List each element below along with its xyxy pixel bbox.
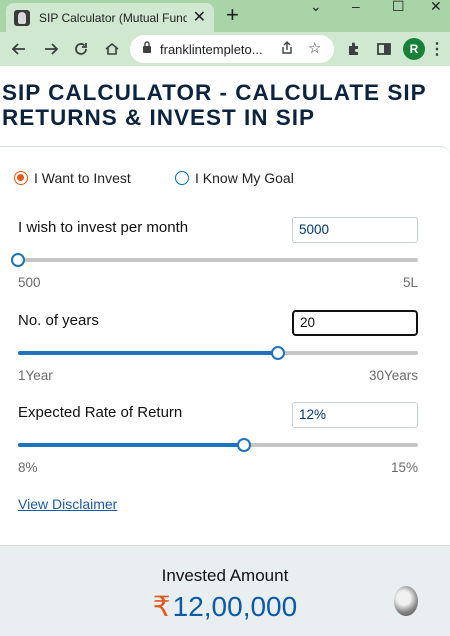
radio-goal-dot[interactable] [175,171,189,185]
years-slider[interactable] [18,346,418,360]
years-slider-thumb[interactable] [271,346,285,360]
browser-tab[interactable]: SIP Calculator (Mutual Fund S ✕ [6,3,214,32]
radio-invest-label: I Want to Invest [34,170,131,186]
extensions-icon[interactable] [343,38,365,60]
page-title-line-1: SIP CALCULATOR - CALCULATE SIP [2,80,427,105]
invested-amount-label: Invested Amount [161,566,289,585]
calculator-card [0,146,450,546]
close-window-icon[interactable]: ✕ [430,0,442,14]
bookmark-star-icon[interactable]: ☆ [308,39,321,57]
browser-tab-strip: SIP Calculator (Mutual Fund S ✕ + ⌄ – ☐ … [0,0,450,32]
invested-amount-value: ₹12,00,000 [0,590,450,623]
monthly-investment-input[interactable]: 5000 [292,217,418,243]
monthly-investment-slider-thumb[interactable] [11,253,25,267]
address-bar[interactable]: franklintempleto... ☆ [130,35,334,63]
years-max-label: 30Years [368,368,418,383]
minimize-icon[interactable]: – [352,0,360,14]
radio-goal-label: I Know My Goal [195,170,294,186]
side-panel-icon[interactable] [373,38,395,60]
rate-slider[interactable] [18,438,418,452]
rate-input[interactable]: 12% [292,402,418,428]
radio-invest-dot[interactable] [14,171,28,185]
profile-avatar[interactable]: R [403,38,425,60]
years-min-label: 1Year [18,368,53,383]
rate-slider-thumb[interactable] [237,438,251,452]
lock-icon [142,40,152,58]
maximize-icon[interactable]: ☐ [392,0,405,14]
rate-label: Expected Rate of Return [18,404,183,421]
browser-toolbar: franklintempleto... ☆ R ⋮ [0,32,450,66]
monthly-min-label: 500 [18,275,41,290]
result-panel: Invested Amount ₹12,00,000 [0,546,450,636]
tab-search-chevron-icon[interactable]: ⌄ [310,0,322,14]
years-slider-fill [18,351,278,355]
forward-icon[interactable] [40,38,62,60]
rate-max-label: 15% [390,460,418,475]
share-icon[interactable] [280,41,294,60]
rate-slider-fill [18,443,244,447]
monthly-investment-slider[interactable] [11,253,418,267]
years-input[interactable]: 20 [292,310,418,336]
url-text: franklintempleto... [160,41,263,57]
tab-title: SIP Calculator (Mutual Fund S [39,10,187,25]
invested-amount-number: 12,00,000 [172,591,298,622]
radio-goal[interactable]: I Know My Goal [175,170,294,186]
new-tab-icon[interactable]: + [226,4,239,26]
monthly-investment-label: I wish to invest per month [18,219,189,236]
chat-assistant-icon[interactable] [394,586,418,616]
site-favicon-icon [14,9,30,26]
rate-min-label: 8% [18,460,38,475]
view-disclaimer-link[interactable]: View Disclaimer [18,496,117,512]
tab-close-icon[interactable]: ✕ [193,9,206,26]
page-title: SIP CALCULATOR - CALCULATE SIP RETURNS &… [2,80,442,130]
rupee-symbol: ₹ [152,591,171,622]
home-icon[interactable] [101,38,123,60]
reload-icon[interactable] [70,38,92,60]
monthly-max-label: 5L [402,275,418,290]
radio-invest[interactable]: I Want to Invest [14,170,131,186]
more-menu-icon[interactable]: ⋮ [426,38,448,60]
page-title-line-2: RETURNS & INVEST IN SIP [2,105,316,130]
back-icon[interactable] [8,38,30,60]
years-label: No. of years [18,312,99,329]
